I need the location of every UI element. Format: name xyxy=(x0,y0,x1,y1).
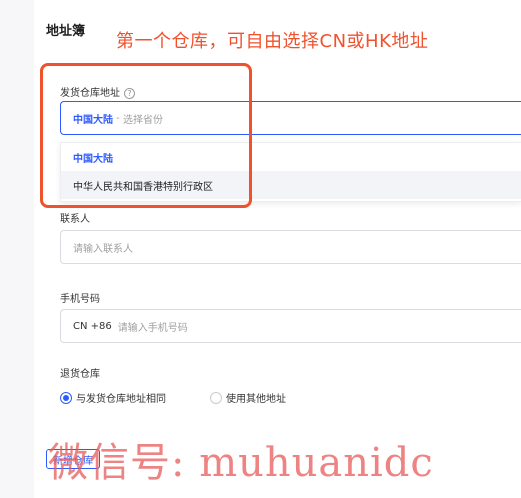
help-icon[interactable]: ? xyxy=(124,87,135,99)
ship-from-region-select[interactable]: 中国大陆 - 选择省份 xyxy=(60,101,521,135)
region-separator: - xyxy=(113,112,123,124)
phone-label: 手机号码 xyxy=(60,294,100,305)
radio-unchecked-icon xyxy=(210,391,222,404)
contact-placeholder: 请输入联系人 xyxy=(73,243,133,255)
return-warehouse-label: 退货仓库 xyxy=(60,369,100,380)
radio-other-label: 使用其他地址 xyxy=(226,394,286,405)
dropdown-option-mainland[interactable]: 中国大陆 xyxy=(61,143,521,171)
radio-checked-icon xyxy=(60,391,72,404)
contact-label: 联系人 xyxy=(60,214,90,225)
region-dropdown: 中国大陆 中华人民共和国香港特别行政区 xyxy=(60,142,521,202)
province-placeholder: 选择省份 xyxy=(122,114,163,126)
annotation-text: 第一个仓库，可自由选择CN或HK地址 xyxy=(116,31,429,52)
radio-other-address[interactable]: 使用其他地址 xyxy=(210,387,286,406)
selected-region: 中国大陆 xyxy=(73,114,113,126)
phone-placeholder: 请输入手机号码 xyxy=(117,322,188,334)
phone-prefix[interactable]: CN +86 xyxy=(73,321,112,332)
ship-from-label: 发货仓库地址? xyxy=(60,84,135,99)
ship-from-label-text: 发货仓库地址 xyxy=(60,88,120,99)
radio-same-address[interactable]: 与发货仓库地址相同 xyxy=(60,387,166,406)
watermark-text: 微信号: muhuanidc xyxy=(48,440,434,486)
section-title: 地址簿 xyxy=(46,24,86,39)
dropdown-option-hongkong[interactable]: 中华人民共和国香港特别行政区 xyxy=(61,171,521,199)
phone-input[interactable]: CN +86 请输入手机号码 xyxy=(60,309,521,343)
contact-input[interactable]: 请输入联系人 xyxy=(60,230,521,264)
radio-same-label: 与发货仓库地址相同 xyxy=(76,394,166,405)
